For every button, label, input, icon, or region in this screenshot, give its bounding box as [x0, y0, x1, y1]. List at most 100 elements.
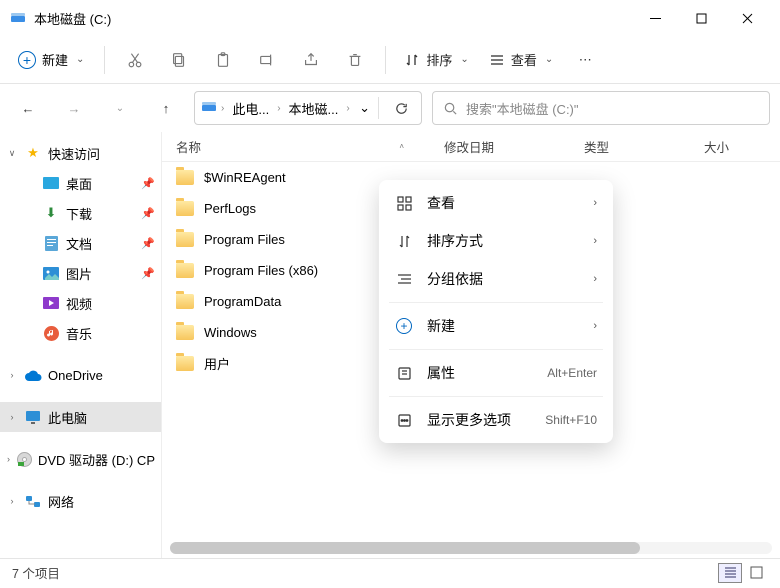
chevron-right-icon: ›: [277, 103, 280, 114]
ctx-new[interactable]: + 新建 ›: [383, 307, 609, 345]
breadcrumb-thispc[interactable]: 此电...: [228, 95, 273, 122]
network-icon: [24, 495, 42, 508]
search-icon: [443, 101, 458, 116]
column-size[interactable]: 大小: [690, 137, 743, 156]
pin-icon: 📌: [141, 207, 155, 220]
horizontal-scrollbar[interactable]: [170, 542, 772, 554]
expand-icon[interactable]: ›: [6, 496, 18, 506]
ctx-more-options[interactable]: 显示更多选项 Shift+F10: [383, 401, 609, 439]
sidebar-item-downloads[interactable]: ⬇ 下载 📌: [0, 198, 161, 228]
back-button[interactable]: ←: [10, 90, 46, 126]
search-box[interactable]: 搜索"本地磁盘 (C:)": [432, 91, 770, 125]
folder-icon: [176, 356, 194, 371]
sidebar-item-documents[interactable]: 文档 📌: [0, 228, 161, 258]
download-icon: ⬇: [42, 205, 60, 221]
grid-icon: [395, 196, 413, 211]
desktop-icon: [42, 177, 60, 189]
expand-icon[interactable]: ›: [6, 370, 18, 380]
chevron-right-icon: ›: [221, 103, 224, 114]
sidebar-item-network[interactable]: › 网络: [0, 486, 161, 516]
sidebar-item-onedrive[interactable]: › OneDrive: [0, 360, 161, 390]
sidebar-item-pictures[interactable]: 图片 📌: [0, 258, 161, 288]
sidebar-item-quickaccess[interactable]: ∨ ★ 快速访问: [0, 138, 161, 168]
sidebar-label: 此电脑: [48, 408, 87, 427]
scrollbar-thumb[interactable]: [170, 542, 640, 554]
folder-icon: [176, 170, 194, 185]
file-name: PerfLogs: [204, 201, 256, 216]
shortcut: Shift+F10: [545, 413, 597, 427]
view-button[interactable]: 查看 ⌄: [481, 44, 561, 75]
paste-button[interactable]: [203, 41, 243, 79]
more-icon: [395, 413, 413, 428]
status-text: 7 个项目: [12, 563, 60, 582]
file-name: Program Files: [204, 232, 285, 247]
close-button[interactable]: [724, 0, 770, 36]
sort-asc-icon: ˄: [399, 142, 404, 151]
ctx-sort[interactable]: 排序方式 ›: [383, 222, 609, 260]
sidebar-item-music[interactable]: 音乐: [0, 318, 161, 348]
chevron-down-icon: ⌄: [460, 54, 468, 65]
recent-button[interactable]: ⌄: [102, 90, 138, 126]
chevron-down-icon[interactable]: ⌄: [359, 100, 370, 116]
properties-icon: [395, 366, 413, 381]
column-type[interactable]: 类型: [570, 137, 690, 156]
sidebar-item-desktop[interactable]: 桌面 📌: [0, 168, 161, 198]
expand-icon[interactable]: ∨: [6, 148, 18, 159]
video-icon: [42, 297, 60, 309]
rename-button[interactable]: [247, 41, 287, 79]
delete-button[interactable]: [335, 41, 375, 79]
ctx-group[interactable]: 分组依据 ›: [383, 260, 609, 298]
drive-icon: [201, 99, 217, 118]
context-menu: 查看 › 排序方式 › 分组依据 › + 新建 › 属性: [379, 180, 613, 443]
ctx-view[interactable]: 查看 ›: [383, 184, 609, 222]
minimize-button[interactable]: [632, 0, 678, 36]
chevron-right-icon: ›: [346, 103, 349, 114]
expand-icon[interactable]: ›: [6, 454, 11, 464]
chevron-right-icon: ›: [593, 320, 597, 332]
sidebar-item-thispc[interactable]: › 此电脑: [0, 402, 161, 432]
ctx-properties[interactable]: 属性 Alt+Enter: [383, 354, 609, 392]
pin-icon: 📌: [141, 267, 155, 280]
sidebar-item-videos[interactable]: 视频: [0, 288, 161, 318]
column-date[interactable]: 修改日期: [430, 137, 570, 156]
picture-icon: [42, 267, 60, 280]
sort-icon: [404, 52, 420, 68]
sort-button[interactable]: 排序 ⌄: [396, 44, 476, 75]
star-icon: ★: [24, 145, 42, 161]
thumbnails-view-button[interactable]: [744, 563, 768, 583]
folder-icon: [176, 325, 194, 340]
share-button[interactable]: [291, 41, 331, 79]
folder-icon: [176, 201, 194, 216]
sidebar-label: 网络: [48, 492, 74, 511]
new-button[interactable]: + 新建 ⌄: [8, 44, 94, 75]
cut-button[interactable]: [115, 41, 155, 79]
separator: [389, 349, 603, 350]
list-icon: [489, 52, 505, 68]
sidebar-label: 下载: [66, 204, 92, 223]
chevron-right-icon: ›: [593, 197, 597, 209]
file-name: ProgramData: [204, 294, 281, 309]
maximize-button[interactable]: [678, 0, 724, 36]
file-name: $WinREAgent: [204, 170, 286, 185]
breadcrumb-drive[interactable]: 本地磁...: [285, 95, 343, 122]
sidebar-item-dvd[interactable]: › DVD 驱动器 (D:) CP: [0, 444, 161, 474]
plus-icon: +: [18, 51, 36, 69]
sidebar-label: 文档: [66, 234, 92, 253]
separator: [104, 46, 105, 74]
copy-button[interactable]: [159, 41, 199, 79]
address-bar[interactable]: › 此电... › 本地磁... › ⌄: [194, 91, 422, 125]
drive-icon: [10, 10, 26, 26]
forward-button[interactable]: →: [56, 90, 92, 126]
expand-icon[interactable]: ›: [6, 412, 18, 422]
separator: [389, 302, 603, 303]
sidebar-label: 音乐: [66, 324, 92, 343]
plus-icon: +: [395, 318, 413, 334]
up-button[interactable]: ↑: [148, 90, 184, 126]
sidebar-label: 视频: [66, 294, 92, 313]
refresh-button[interactable]: [387, 101, 415, 116]
column-name[interactable]: 名称˄: [162, 137, 430, 156]
window-title: 本地磁盘 (C:): [34, 9, 632, 28]
more-button[interactable]: ⋯: [565, 41, 605, 79]
group-icon: [395, 272, 413, 287]
details-view-button[interactable]: [718, 563, 742, 583]
